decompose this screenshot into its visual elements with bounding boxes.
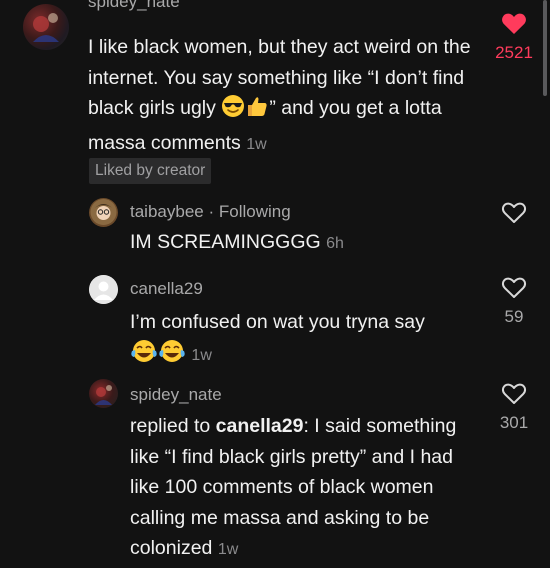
like-count: 301 xyxy=(499,413,529,432)
reply-prefix: replied to xyxy=(130,415,216,437)
reply-time: 6h xyxy=(326,235,344,252)
comment-main: spidey_nate I like black women, but they… xyxy=(0,0,550,190)
reply-username[interactable]: canella29 xyxy=(130,279,203,299)
reply-taibaybee: taibaybee · Following IM SCREAMINGGGG 6h xyxy=(0,195,550,265)
like-button[interactable] xyxy=(484,201,544,230)
heart-filled-icon[interactable] xyxy=(501,13,527,40)
like-count: 59 xyxy=(504,307,524,326)
thumbs-up-emoji xyxy=(245,94,269,128)
reply-to-username[interactable]: canella29 xyxy=(216,415,304,437)
heart-outline-icon[interactable] xyxy=(501,202,527,229)
avatar[interactable] xyxy=(23,4,69,50)
like-button[interactable]: 2521 xyxy=(484,12,544,63)
reply-time: 1w xyxy=(191,346,212,364)
reply-username[interactable]: spidey_nate xyxy=(130,385,222,405)
separator-dot: · xyxy=(208,202,215,221)
comment-text: I like black women, but they act weird o… xyxy=(88,32,478,160)
face-with-tears-of-joy-emoji xyxy=(130,338,158,374)
following-label: Following xyxy=(218,202,291,221)
avatar[interactable] xyxy=(89,198,118,227)
like-button[interactable]: 301 xyxy=(484,382,544,433)
avatar[interactable] xyxy=(89,379,118,408)
reply-canella29: canella29 I’m confused on wat you tryna … xyxy=(0,272,550,372)
avatar[interactable] xyxy=(89,275,118,304)
reply-text: IM SCREAMINGGGG 6h xyxy=(130,227,470,260)
reply-username[interactable]: taibaybee xyxy=(130,202,204,221)
reply-text: I’m confused on wat you tryna say 1w xyxy=(130,307,490,373)
reply-username-row: taibaybee · Following xyxy=(130,202,291,222)
reply-body: IM SCREAMINGGGG xyxy=(130,231,321,253)
reply-time: 1w xyxy=(217,541,239,558)
heart-outline-icon[interactable] xyxy=(501,277,527,304)
like-count: 2521 xyxy=(495,43,533,62)
comment-time: 1w xyxy=(246,135,267,153)
smiling-face-with-sunglasses-emoji xyxy=(221,94,245,128)
heart-outline-icon[interactable] xyxy=(501,383,527,410)
face-with-tears-of-joy-emoji xyxy=(158,338,186,374)
reply-text: replied to canella29: I said something l… xyxy=(130,411,480,566)
reply-body: I’m confused on wat you tryna say xyxy=(130,311,425,333)
like-button[interactable]: 59 xyxy=(484,276,544,327)
reply-spidey-nate: spidey_nate replied to canella29: I said… xyxy=(0,378,550,568)
comment-username[interactable]: spidey_nate xyxy=(88,0,180,12)
liked-by-creator-badge: Liked by creator xyxy=(89,158,212,184)
